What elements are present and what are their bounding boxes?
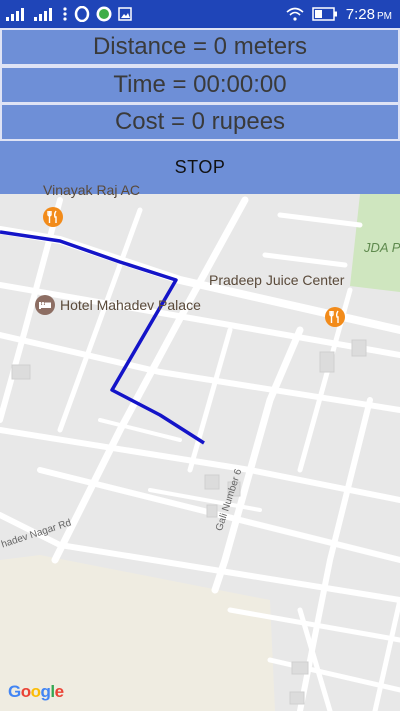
poi-label: Pradeep Juice Center: [209, 272, 345, 288]
clock-ampm: PM: [377, 10, 392, 22]
menu-dots-icon: [63, 7, 67, 21]
status-bar: 7:28 PM: [0, 0, 400, 28]
restaurant-icon[interactable]: [324, 306, 346, 328]
google-logo: Google: [8, 682, 64, 701]
distance-display: Distance = 0 meters: [2, 30, 398, 64]
map-view[interactable]: Vinayak Raj AC Pradeep Juice Center Hote…: [0, 182, 400, 711]
app-icon: [96, 6, 112, 22]
status-bar-right: 7:28 PM: [286, 4, 392, 24]
battery-icon: [312, 7, 337, 21]
hotel-icon[interactable]: [34, 294, 56, 316]
poi-pradeep-juice[interactable]: Pradeep Juice Center: [209, 272, 344, 288]
clock-time: 7:28: [345, 5, 375, 23]
opera-icon: [74, 6, 90, 22]
status-bar-left: [6, 4, 132, 24]
trip-info-panel: Distance = 0 meters Time = 00:00:00 Cost…: [0, 28, 400, 194]
poi-label: Hotel Mahadev Palace: [60, 297, 201, 313]
clock: 7:28 PM: [346, 6, 392, 23]
wifi-icon: [286, 7, 304, 21]
poi-vinayak-raj[interactable]: Vinayak Raj AC: [43, 182, 140, 198]
image-icon: [118, 7, 132, 21]
restaurant-icon[interactable]: [42, 206, 64, 228]
poi-hotel-mahadev[interactable]: Hotel Mahadev Palace: [60, 297, 201, 313]
poi-label: Vinayak Raj AC: [43, 182, 141, 198]
cost-display: Cost = 0 rupees: [2, 105, 398, 139]
signal-icon-2: [34, 8, 52, 21]
signal-icon: [6, 8, 24, 21]
park-label: JDA P: [364, 240, 400, 255]
time-display: Time = 00:00:00: [2, 68, 398, 102]
